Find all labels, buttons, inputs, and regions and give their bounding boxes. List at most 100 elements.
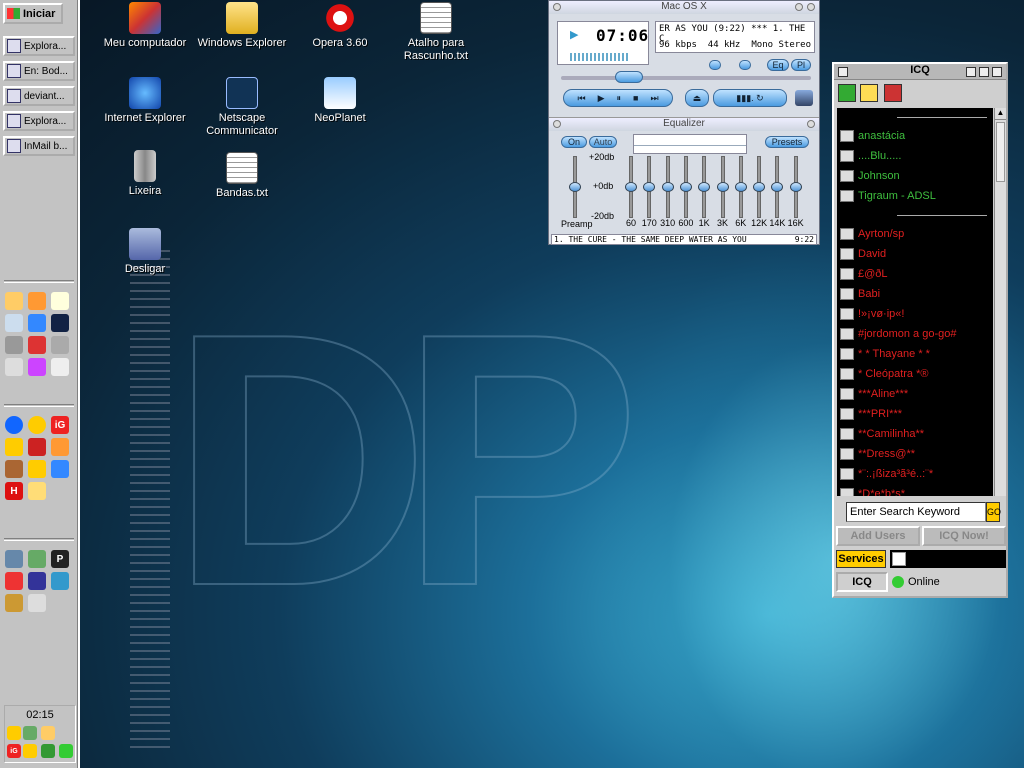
desktop-icon[interactable]: Desligar [95,228,195,276]
volume-slider[interactable] [709,60,721,70]
eq-band-slider[interactable] [771,156,784,218]
scrollbar[interactable]: ▲ [994,108,1006,496]
start-button[interactable]: Iniciar [3,3,63,24]
pl-toggle-button[interactable]: Pl [791,59,811,71]
quicklaunch-icon[interactable] [5,336,23,354]
desktop-icon[interactable]: Lixeira [95,150,195,198]
eq-band-slider[interactable] [789,156,802,218]
desktop-icon[interactable]: Netscape Communicator [192,77,292,138]
icq-flower-icon[interactable] [59,744,73,758]
quicklaunch-icon[interactable] [5,416,23,434]
icq-now-button[interactable]: ICQ Now! [922,526,1006,546]
tray-icon[interactable] [41,744,55,758]
quicklaunch-icon[interactable]: P [51,550,69,568]
clock[interactable]: 02:15 [5,709,75,721]
eq-presets-button[interactable]: Presets [765,136,809,148]
time-display[interactable]: ▶ 07:06 [557,21,649,65]
eq-band-slider[interactable] [679,156,692,218]
contact-item[interactable]: *¨:.¡ßiza³ã³é..:¨* [837,464,993,484]
eject-button[interactable]: ⏏ [685,89,709,107]
close-icon[interactable] [553,3,561,11]
desktop-icon[interactable]: Meu computador [95,2,195,50]
desktop-icon[interactable]: Atalho para Rascunho.txt [386,2,486,63]
ig-icon[interactable]: iG [7,744,21,758]
quicklaunch-icon[interactable] [51,292,69,310]
seek-thumb[interactable] [615,71,643,83]
services-button[interactable]: Services [836,550,886,568]
task-button[interactable]: Explora... [3,111,75,131]
quicklaunch-icon[interactable] [28,292,46,310]
ig-icon[interactable]: iG [51,416,69,434]
eq-band-slider[interactable] [698,156,711,218]
face-icon[interactable] [860,84,878,102]
quicklaunch-icon[interactable] [28,358,46,376]
desktop-icon[interactable]: NeoPlanet [290,77,390,125]
quicklaunch-icon[interactable] [5,594,23,612]
quicklaunch-icon[interactable] [51,572,69,590]
preamp-slider[interactable] [569,156,581,218]
contact-item[interactable]: Tigraum - ADSL [837,186,993,206]
opera-icon[interactable] [28,336,46,354]
contact-item[interactable]: **Dress@** [837,444,993,464]
contact-item[interactable]: David [837,244,993,264]
search-input[interactable]: Enter Search Keyword [846,502,986,522]
recycle-bin-icon[interactable] [51,336,69,354]
quicklaunch-icon[interactable] [5,314,23,332]
play-button[interactable]: ▶ [598,93,605,104]
contact-item[interactable]: ***PRI*** [837,404,993,424]
balance-slider[interactable] [739,60,751,70]
settings-icon[interactable] [884,84,902,102]
quicklaunch-icon[interactable] [51,358,69,376]
contact-item[interactable]: anastácia [837,126,993,146]
close-icon[interactable] [992,67,1002,77]
scroll-thumb[interactable] [996,122,1005,182]
quicklaunch-icon[interactable] [5,438,23,456]
system-menu-icon[interactable] [838,67,848,77]
desktop-icon[interactable]: Internet Explorer [95,77,195,125]
quicklaunch-icon[interactable] [5,550,23,568]
quicklaunch-icon[interactable]: H [5,482,23,500]
quicklaunch-icon[interactable] [51,460,69,478]
ie-icon[interactable] [28,314,46,332]
icq-titlebar[interactable]: ICQ [834,64,1006,80]
close-icon[interactable] [553,120,561,128]
quicklaunch-icon[interactable] [51,438,69,456]
eq-toggle-button[interactable]: Eq [767,59,789,71]
quicklaunch-icon[interactable] [5,292,23,310]
contact-item[interactable]: * * Thayane * * [837,344,993,364]
desktop-icon[interactable]: Bandas.txt [192,152,292,200]
eq-on-button[interactable]: On [561,136,587,148]
eq-band-slider[interactable] [661,156,674,218]
task-button[interactable]: Explora... [3,36,75,56]
add-users-button[interactable]: Add Users [836,526,920,546]
online-status[interactable]: Online [892,572,1006,592]
quicklaunch-icon[interactable] [5,460,23,478]
eq-band-slider[interactable] [753,156,766,218]
prev-button[interactable]: ⏮ [577,93,585,104]
shuffle-repeat-button[interactable]: ▮▮▮. ↻ [713,89,787,107]
tab-icq[interactable]: ICQ [836,572,888,592]
quicklaunch-icon[interactable] [5,572,23,590]
winamp-titlebar[interactable]: Mac OS X [549,1,819,14]
eq-auto-button[interactable]: Auto [589,136,617,148]
shade-icon[interactable] [807,120,815,128]
netscape-icon[interactable] [51,314,69,332]
eq-band-slider[interactable] [734,156,747,218]
folder-icon[interactable] [28,482,46,500]
quicklaunch-icon[interactable] [5,358,23,376]
playlist-item[interactable]: 1. THE CURE - THE SAME DEEP WATER AS YOU… [551,234,817,245]
volume-icon[interactable] [7,726,21,740]
task-button[interactable]: En: Bod... [3,61,75,81]
quicklaunch-icon[interactable] [28,550,46,568]
scroll-up-icon[interactable]: ▲ [995,108,1006,120]
shade-icon[interactable] [807,3,815,11]
stop-button[interactable]: ■ [633,93,638,103]
next-button[interactable]: ⏭ [650,93,658,104]
seek-bar[interactable] [561,76,811,80]
eq-band-slider[interactable] [625,156,637,218]
eq-band-slider[interactable] [643,156,656,218]
tray-icon[interactable] [23,726,37,740]
minimize-icon[interactable] [795,3,803,11]
message-icon[interactable] [892,552,906,566]
quicklaunch-icon[interactable] [28,572,46,590]
